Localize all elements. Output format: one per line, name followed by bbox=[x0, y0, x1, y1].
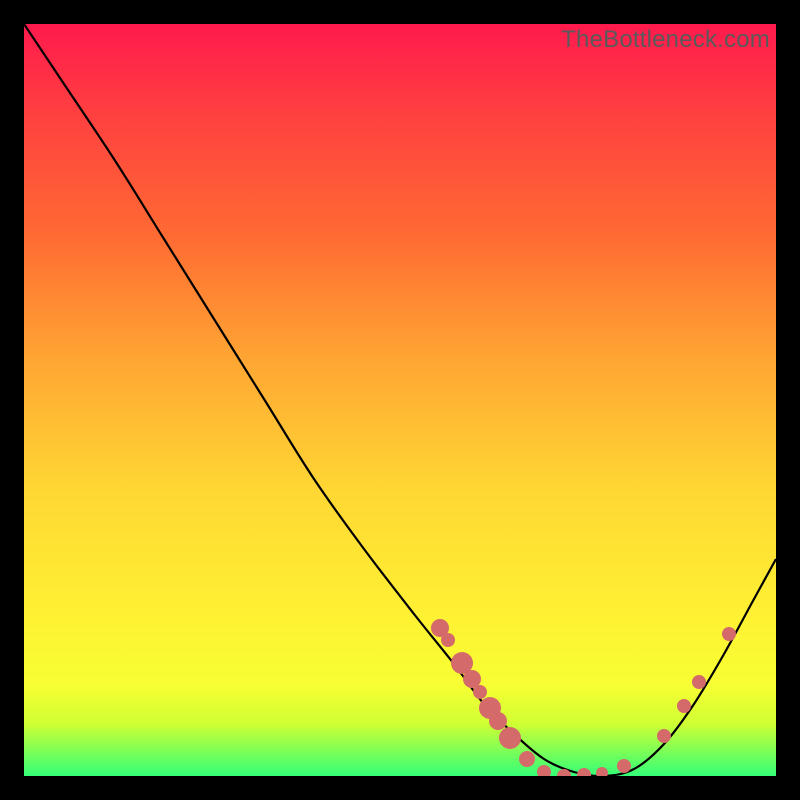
bottleneck-curve bbox=[24, 24, 776, 776]
sample-point bbox=[499, 727, 521, 749]
sample-point bbox=[441, 633, 455, 647]
plot-area: TheBottleneck.com bbox=[24, 24, 776, 776]
sample-point bbox=[617, 759, 631, 773]
bottleneck-chart bbox=[24, 24, 776, 776]
sample-points-layer bbox=[431, 619, 736, 776]
sample-point bbox=[692, 675, 706, 689]
sample-point bbox=[473, 685, 487, 699]
sample-point bbox=[677, 699, 691, 713]
sample-point bbox=[519, 751, 535, 767]
sample-point bbox=[657, 729, 671, 743]
sample-point bbox=[537, 765, 551, 776]
sample-point bbox=[489, 712, 507, 730]
sample-point bbox=[596, 767, 608, 776]
sample-point bbox=[722, 627, 736, 641]
sample-point bbox=[577, 768, 591, 776]
